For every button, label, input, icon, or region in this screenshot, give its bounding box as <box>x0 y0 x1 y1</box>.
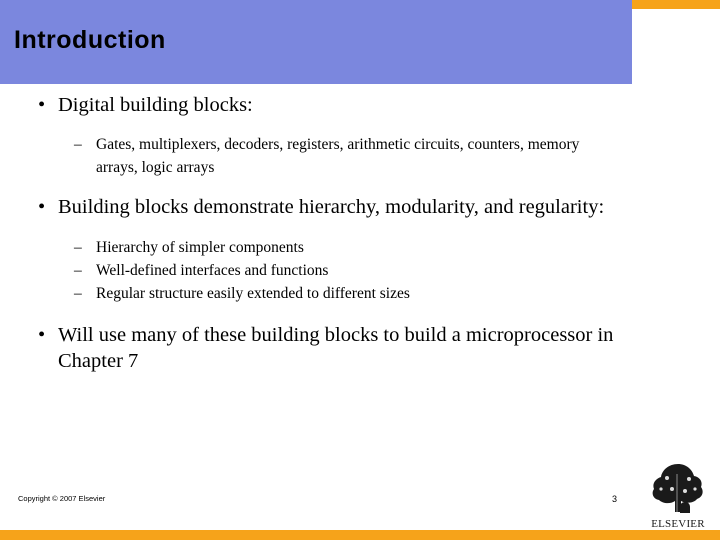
copyright-notice: Copyright © 2007 Elsevier <box>18 494 106 503</box>
bullet-level2: – Gates, multiplexers, decoders, register… <box>0 133 720 180</box>
slide-content: • Digital building blocks: – Gates, multip… <box>0 92 720 376</box>
bullet-marker-level1: • <box>38 195 46 218</box>
elsevier-tree-icon <box>652 464 703 513</box>
bullet-text: Well-defined interfaces and functions <box>96 262 329 280</box>
bullet-level1: • Building blocks demonstrate hierarchy, … <box>0 194 720 220</box>
bullet-marker-level1: • <box>38 323 46 346</box>
bullet-text: Digital building blocks: <box>58 94 253 116</box>
bullet-text: Regular structure easily extended to dif… <box>96 285 410 303</box>
bullet-text: Building blocks demonstrate hierarchy, m… <box>58 195 605 218</box>
bullet-text: Hierarchy of simpler components <box>96 238 304 256</box>
slide: Introduction • Digital building blocks: –… <box>0 0 720 540</box>
page-number: 3 <box>612 494 618 504</box>
bullet-level2: – Well-defined interfaces and functions <box>0 259 720 282</box>
elsevier-logo-text: ELSEVIER <box>651 518 705 530</box>
bullet-marker-level2: – <box>74 136 82 154</box>
bullet-level2: – Regular structure easily extended to di… <box>0 282 720 305</box>
bullet-level1: • Will use many of these building blocks … <box>0 322 720 374</box>
bullet-level2: – Hierarchy of simpler components <box>0 236 720 259</box>
bottom-accent-bar <box>0 530 720 540</box>
elsevier-logo: ELSEVIER <box>645 462 711 530</box>
bullet-marker-level1: • <box>38 94 46 116</box>
page-title: Introduction <box>14 26 166 54</box>
bullet-marker-level2: – <box>74 262 82 280</box>
bullet-marker-level2: – <box>74 285 82 303</box>
bullet-text: Gates, multiplexers, decoders, registers… <box>96 136 580 177</box>
bullet-level1: • Digital building blocks: <box>0 92 720 118</box>
bullet-marker-level2: – <box>74 238 82 256</box>
top-accent-bar <box>632 0 720 9</box>
bullet-text: Will use many of these building blocks t… <box>58 323 614 372</box>
